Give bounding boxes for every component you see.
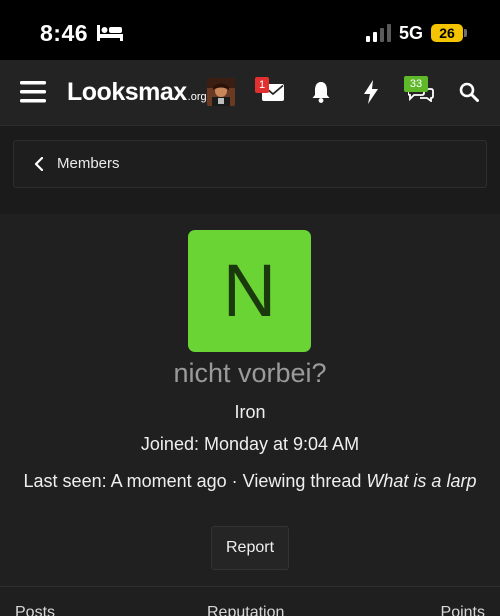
profile-username: nicht vorbei? [173, 358, 327, 388]
site-logo[interactable]: Looksmax.org [67, 78, 207, 107]
top-navbar: Looksmax.org 1 33 [0, 60, 500, 126]
stat-points-label: Points [440, 604, 485, 616]
profile-joined: Joined: Monday at 9:04 AM [140, 434, 360, 454]
profile-avatar: N [188, 230, 311, 352]
member-profile-card: N nicht vorbei? Iron Joined: Monday at 9… [0, 214, 500, 616]
mail-unread-badge: 1 [255, 77, 269, 93]
battery-level: 26 [431, 24, 463, 42]
bell-icon[interactable] [311, 81, 331, 103]
profile-stats-bar: Posts Reputation Points [0, 586, 500, 616]
cell-signal-icon [366, 24, 391, 42]
lightning-bolt-icon[interactable] [363, 80, 379, 104]
breadcrumb-band: Members [0, 126, 500, 214]
chat-unread-badge: 33 [404, 76, 428, 92]
chevron-left-icon [34, 157, 44, 171]
battery-cap [464, 29, 467, 37]
status-bar: 8:46 5G 26 [0, 0, 500, 60]
hamburger-menu-icon[interactable] [20, 81, 46, 103]
stat-posts-label: Posts [15, 604, 56, 616]
breadcrumb-members-link[interactable]: Members [13, 140, 487, 188]
stat-reputation-label: Reputation [207, 604, 285, 616]
viewing-thread-link[interactable]: What is a larp [366, 471, 476, 491]
report-button[interactable]: Report [211, 526, 289, 570]
user-avatar-icon[interactable] [207, 78, 235, 106]
logo-text: Looksmax [67, 78, 187, 106]
logo-tld: .org [187, 91, 207, 103]
sleep-bed-icon [97, 25, 123, 41]
network-type: 5G [399, 23, 424, 43]
profile-rank: Iron [234, 402, 266, 422]
breadcrumb-label: Members [57, 155, 120, 172]
last-seen-text: Last seen: A moment ago · Viewing thread [23, 471, 367, 491]
profile-last-seen: Last seen: A moment ago · Viewing thread… [20, 467, 480, 495]
search-icon[interactable] [459, 82, 479, 102]
status-time: 8:46 [40, 20, 89, 46]
